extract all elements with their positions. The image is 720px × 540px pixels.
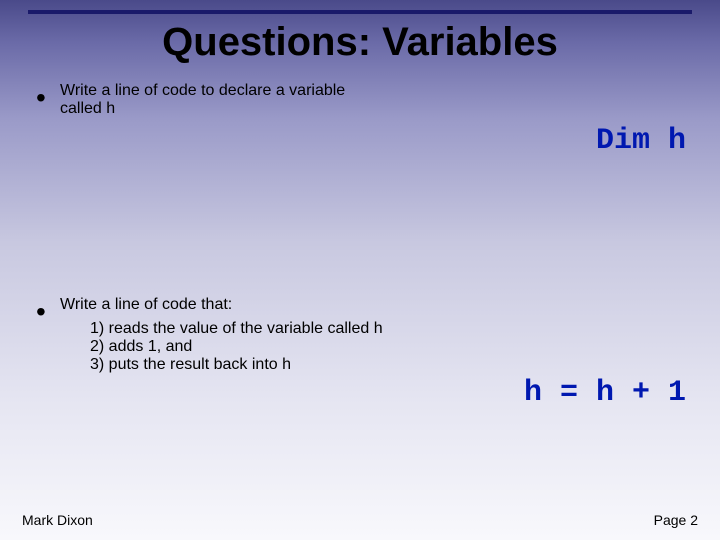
- q1-line2: called h: [60, 100, 115, 117]
- footer-author: Mark Dixon: [22, 512, 93, 528]
- question-block-1: Write a line of code to declare a variab…: [30, 82, 690, 158]
- bullet-1: Write a line of code to declare a variab…: [30, 82, 690, 118]
- answer-2: h = h + 1: [30, 376, 690, 410]
- bullet-2: Write a line of code that:: [30, 296, 690, 314]
- q2-step1: 1) reads the value of the variable calle…: [30, 320, 690, 338]
- title-rule: [28, 10, 692, 14]
- slide-title: Questions: Variables: [0, 20, 720, 65]
- footer-page: Page 2: [654, 512, 698, 528]
- answer-1: Dim h: [30, 124, 690, 158]
- q2-intro: Write a line of code that:: [60, 296, 232, 313]
- question-block-2: Write a line of code that: 1) reads the …: [30, 296, 690, 410]
- q2-step3: 3) puts the result back into h: [30, 356, 690, 374]
- q2-step2: 2) adds 1, and: [30, 338, 690, 356]
- q1-line1: Write a line of code to declare a variab…: [60, 82, 345, 99]
- slide: Questions: Variables Write a line of cod…: [0, 0, 720, 540]
